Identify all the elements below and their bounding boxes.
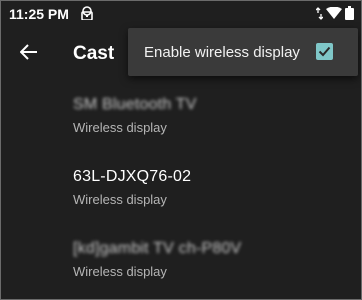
device-subtitle: Wireless display: [73, 192, 167, 207]
device-subtitle: Wireless display: [73, 120, 167, 135]
data-arrows-icon: [316, 6, 323, 20]
device-item[interactable]: 63L-DJXQ76-02 Wireless display: [0, 152, 362, 224]
back-button[interactable]: [12, 37, 46, 71]
enable-wireless-display-checkbox[interactable]: [316, 43, 333, 60]
overflow-menu[interactable]: Enable wireless display: [128, 28, 358, 76]
device-name: 63L-DJXQ76-02: [73, 168, 192, 185]
arrow-back-icon: [19, 43, 38, 65]
device-list: SM Bluetooth TV Wireless display 63L-DJX…: [0, 80, 362, 296]
device-name: SM Bluetooth TV: [73, 96, 197, 113]
wifi-icon: [326, 7, 342, 19]
status-icons: [316, 6, 354, 20]
checkmark-icon: [318, 46, 331, 57]
device-subtitle: Wireless display: [73, 264, 167, 279]
status-bar: 11:25 PM: [0, 0, 362, 28]
status-time: 11:25 PM: [9, 6, 69, 22]
lock-icon: [81, 6, 93, 21]
battery-icon: [345, 6, 354, 20]
enable-wireless-display-label: Enable wireless display: [144, 44, 300, 61]
page-title: Cast: [73, 43, 115, 64]
device-item[interactable]: [kd]gambit TV ch-P80V Wireless display: [0, 224, 362, 296]
device-item[interactable]: SM Bluetooth TV Wireless display: [0, 80, 362, 152]
device-name: [kd]gambit TV ch-P80V: [73, 240, 242, 257]
